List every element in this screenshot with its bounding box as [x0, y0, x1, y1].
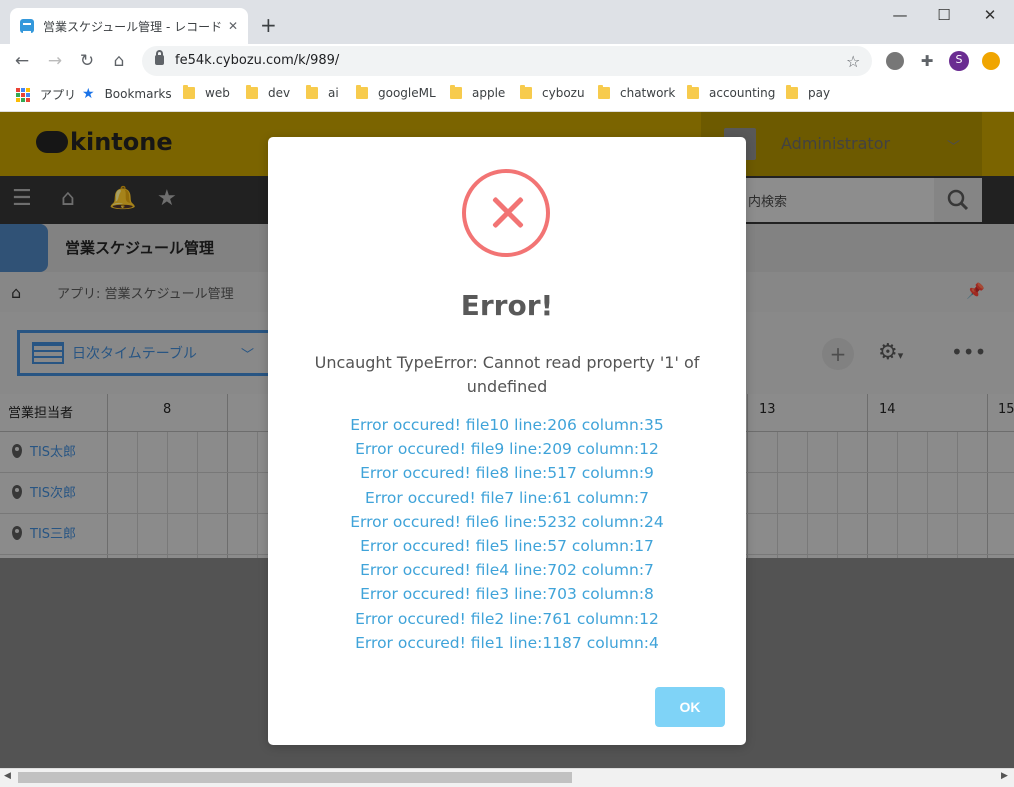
update-icon[interactable] — [982, 52, 1000, 70]
bookmark-folder-chatwork[interactable]: chatwork — [598, 85, 676, 100]
browser-tab[interactable]: 営業スケジュール管理 - レコードの一覧 ✕ — [10, 8, 248, 44]
trace-line: Error occured! file5 line:57 column:17 — [360, 537, 654, 556]
bookmark-label: dev — [268, 86, 291, 100]
minimize-button[interactable]: — — [878, 6, 922, 28]
profile-avatar[interactable]: S — [949, 51, 969, 71]
bookmark-folder-cybozu[interactable]: cybozu — [520, 85, 585, 100]
bookmark-label: ai — [328, 86, 339, 100]
trace-line: Error occured! file8 line:517 column:9 — [360, 464, 654, 483]
extension-gear-icon[interactable] — [886, 52, 904, 70]
folder-icon — [687, 85, 699, 99]
bookmark-folder-apple[interactable]: apple — [450, 85, 506, 100]
folder-icon — [520, 85, 532, 99]
trace-line: Error occured! file7 line:61 column:7 — [365, 488, 649, 507]
tab-title: 営業スケジュール管理 - レコードの一覧 — [43, 19, 223, 34]
trace-line: Error occured! file4 line:702 column:7 — [360, 561, 654, 580]
bookmark-star-icon[interactable]: ☆ — [846, 52, 860, 71]
folder-icon — [356, 85, 368, 99]
folder-icon — [786, 85, 798, 99]
bookmark-apps[interactable]: アプリ — [16, 86, 76, 103]
scroll-left-arrow-icon[interactable]: ◀ — [4, 771, 11, 781]
extensions-puzzle-icon[interactable]: ✚ — [918, 52, 936, 70]
new-tab-button[interactable]: + — [260, 13, 277, 37]
folder-icon — [598, 85, 610, 99]
folder-icon — [183, 85, 195, 99]
trace-line: Error occured! file10 line:206 column:35 — [350, 416, 664, 434]
tab-close-icon[interactable]: ✕ — [228, 19, 238, 33]
folder-icon — [306, 85, 318, 99]
folder-icon — [246, 85, 258, 99]
dialog-message: Uncaught TypeError: Cannot read property… — [314, 353, 700, 396]
trace-line: Error occured! file6 line:5232 column:24 — [350, 512, 664, 531]
close-window-button[interactable]: ✕ — [968, 6, 1012, 28]
bookmark-folder-googleml[interactable]: googleML — [356, 85, 436, 100]
kintone-app-favicon-icon — [20, 19, 34, 33]
ok-button[interactable]: OK — [655, 687, 725, 727]
apps-grid-icon — [16, 87, 30, 102]
star-icon: ★ — [82, 86, 95, 102]
lock-icon — [155, 50, 164, 65]
home-icon[interactable]: ⌂ — [107, 49, 131, 73]
url-text[interactable]: fe54k.cybozu.com/k/989/ — [175, 53, 339, 68]
back-arrow-icon[interactable]: ← — [10, 49, 34, 73]
maximize-button[interactable]: ☐ — [922, 6, 966, 28]
bookmark-label: Bookmarks — [104, 87, 172, 101]
folder-icon — [450, 85, 462, 99]
trace-line: Error occured! file3 line:703 column:8 — [360, 585, 654, 604]
bookmark-label: googleML — [378, 86, 436, 100]
forward-arrow-icon[interactable]: → — [43, 49, 67, 73]
bookmark-folder-ai[interactable]: ai — [306, 85, 339, 100]
trace-line: Error occured! file2 line:761 column:12 — [355, 609, 659, 628]
reload-icon[interactable]: ↻ — [75, 49, 99, 73]
dialog-title: Error! — [460, 289, 554, 322]
scrollbar-thumb[interactable] — [18, 772, 572, 783]
browser-window: 営業スケジュール管理 - レコードの一覧 ✕ + — ☐ ✕ ← → ↻ ⌂ f… — [0, 0, 1014, 787]
error-trace-list: Error occured! file10 line:206 column:35… — [268, 413, 746, 655]
bookmark-label: apple — [472, 86, 506, 100]
trace-line: Error occured! file1 line:1187 column:4 — [355, 633, 659, 652]
bookmark-label: pay — [808, 86, 831, 100]
scroll-right-arrow-icon[interactable]: ▶ — [1001, 771, 1008, 781]
bookmark-folder-dev[interactable]: dev — [246, 85, 291, 100]
bookmark-folder-pay[interactable]: pay — [786, 85, 831, 100]
bookmark-label: アプリ — [40, 88, 77, 102]
bookmark-label: accounting — [709, 86, 776, 100]
bookmark-label: cybozu — [542, 86, 585, 100]
bookmark-folder-web[interactable]: web — [183, 85, 230, 100]
bookmark-label: web — [205, 86, 230, 100]
bookmark-bookmarks[interactable]: ★ Bookmarks — [82, 86, 172, 102]
trace-line: Error occured! file9 line:209 column:12 — [355, 440, 659, 459]
bookmark-label: chatwork — [620, 86, 676, 100]
bookmark-folder-accounting[interactable]: accounting — [687, 85, 776, 100]
